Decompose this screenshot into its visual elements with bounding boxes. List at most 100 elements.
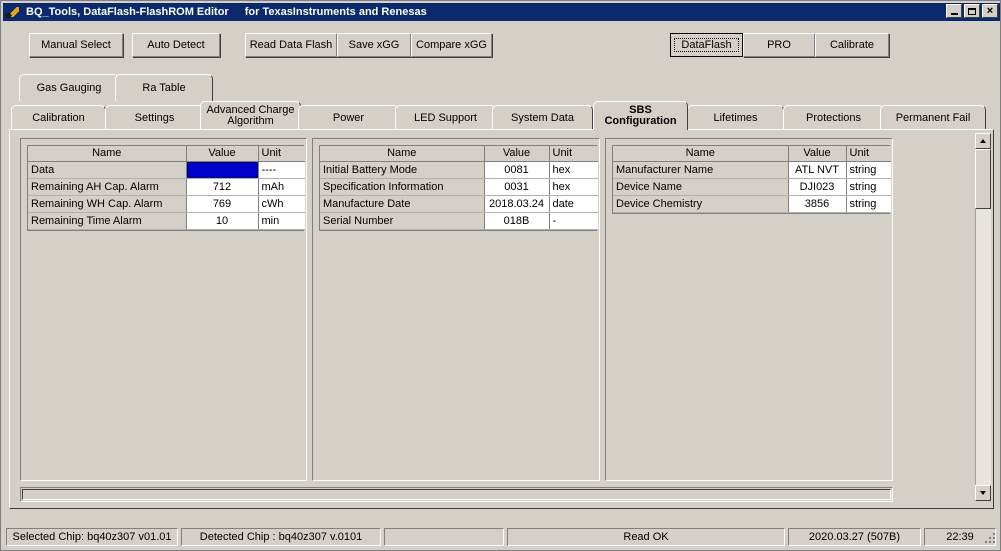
table-row[interactable]: Device Name DJI023 string [613, 178, 891, 196]
cell-unit[interactable]: hex [549, 178, 598, 196]
column-header-value[interactable]: Value [788, 146, 847, 162]
chevron-up-icon [980, 139, 986, 143]
cell-unit[interactable]: hex [549, 161, 598, 179]
table-row[interactable]: Specification Information 0031 hex [320, 178, 598, 196]
table-row[interactable]: Manufacturer Name ATL NVT string [613, 161, 891, 179]
manual-select-button[interactable]: Manual Select [29, 33, 123, 57]
tab-advanced-line2: Algorithm [227, 115, 274, 127]
pen-icon [4, 5, 21, 20]
cell-name[interactable]: Manufacturer Name [613, 161, 789, 179]
table-header-row: Name Value Unit [320, 146, 598, 162]
title-bar: BQ_Tools, DataFlash-FlashROM Editor for … [3, 3, 1000, 21]
cell-value[interactable]: 3856 [788, 195, 847, 213]
cell-unit[interactable]: - [549, 212, 598, 230]
cell-unit[interactable]: string [846, 195, 891, 213]
cell-name[interactable]: Data [28, 161, 187, 179]
resize-grip-icon[interactable] [983, 531, 997, 545]
window-controls: × [946, 4, 998, 18]
toolbar: Manual Select Auto Detect Read Data Flas… [3, 23, 1000, 67]
table-row[interactable]: Initial Battery Mode 0081 hex [320, 161, 598, 179]
save-xgg-button[interactable]: Save xGG [337, 33, 411, 57]
cell-unit[interactable]: string [846, 161, 891, 179]
calibrate-mode-button[interactable]: Calibrate [815, 33, 889, 57]
tab-calibration[interactable]: Calibration [11, 105, 106, 130]
column-header-value[interactable]: Value [484, 146, 550, 162]
compare-xgg-button[interactable]: Compare xGG [411, 33, 492, 57]
cell-value[interactable]: 712 [186, 178, 259, 196]
column-header-name[interactable]: Name [613, 146, 789, 162]
table-row[interactable]: Serial Number 018B - [320, 212, 598, 230]
table-row[interactable]: Remaining WH Cap. Alarm 769 cWh [28, 195, 305, 213]
data-panel-2: Name Value Unit Initial Battery Mode 0081… [312, 138, 600, 481]
table-row[interactable]: Device Chemistry 3856 string [613, 195, 891, 213]
minimize-button[interactable] [946, 4, 962, 18]
cell-name[interactable]: Manufacture Date [320, 195, 485, 213]
cell-name[interactable]: Remaining Time Alarm [28, 212, 187, 230]
tab-gas-gauging[interactable]: Gas Gauging [19, 74, 119, 101]
column-header-unit[interactable]: Unit [258, 146, 305, 162]
cell-unit[interactable]: ---- [258, 161, 305, 179]
vertical-scrollbar[interactable] [975, 133, 991, 501]
cell-value[interactable]: 0031 [484, 178, 550, 196]
cell-value[interactable]: ATL NVT [788, 161, 847, 179]
tab-advanced-charge-algorithm[interactable]: Advanced Charge Algorithm [200, 101, 301, 130]
table-row[interactable]: Manufacture Date 2018.03.24 date [320, 195, 598, 213]
data-grid-3[interactable]: Name Value Unit Manufacturer Name ATL NVT… [612, 145, 891, 214]
cell-value[interactable]: ---- [186, 161, 259, 179]
data-panel-1: Name Value Unit Data ---- ---- Remaining AH… [20, 138, 307, 481]
column-header-name[interactable]: Name [28, 146, 187, 162]
status-date: 2020.03.27 (507B) [788, 528, 921, 546]
window-title: BQ_Tools, DataFlash-FlashROM Editor [26, 6, 229, 18]
pro-mode-button[interactable]: PRO [743, 33, 815, 57]
table-header-row: Name Value Unit [613, 146, 891, 162]
close-button[interactable]: × [982, 4, 998, 18]
cell-unit[interactable]: mAh [258, 178, 305, 196]
column-header-name[interactable]: Name [320, 146, 485, 162]
data-grid-2[interactable]: Name Value Unit Initial Battery Mode 0081… [319, 145, 598, 231]
read-data-flash-button[interactable]: Read Data Flash [245, 33, 337, 57]
cell-name[interactable]: Serial Number [320, 212, 485, 230]
status-message: Read OK [507, 528, 785, 546]
cell-unit[interactable]: date [549, 195, 598, 213]
tab-protections[interactable]: Protections [783, 105, 884, 130]
maximize-button[interactable] [964, 4, 980, 18]
cell-unit[interactable]: string [846, 178, 891, 196]
column-header-value[interactable]: Value [186, 146, 259, 162]
scroll-up-button[interactable] [975, 133, 991, 149]
cell-value[interactable]: 10 [186, 212, 259, 230]
cell-name[interactable]: Remaining AH Cap. Alarm [28, 178, 187, 196]
table-row[interactable]: Remaining AH Cap. Alarm 712 mAh [28, 178, 305, 196]
tab-permanent-fail[interactable]: Permanent Fail [880, 105, 986, 130]
table-row[interactable]: Remaining Time Alarm 10 min [28, 212, 305, 230]
data-grid-1[interactable]: Name Value Unit Data ---- ---- Remaining AH… [27, 145, 305, 231]
close-icon: × [986, 5, 994, 17]
table-row[interactable]: Data ---- ---- [28, 161, 305, 179]
cell-value[interactable]: 0081 [484, 161, 550, 179]
cell-unit[interactable]: min [258, 212, 305, 230]
tab-power[interactable]: Power [298, 105, 399, 130]
cell-value[interactable]: DJI023 [788, 178, 847, 196]
status-blank-cell [384, 528, 504, 546]
cell-value[interactable]: 2018.03.24 [484, 195, 550, 213]
cell-name[interactable]: Initial Battery Mode [320, 161, 485, 179]
tab-sbs-configuration[interactable]: SBS Configuration [593, 101, 688, 130]
scrollbar-thumb[interactable] [975, 149, 991, 209]
dataflash-mode-button[interactable]: DataFlash [670, 33, 743, 57]
column-header-unit[interactable]: Unit [846, 146, 891, 162]
cell-name[interactable]: Device Chemistry [613, 195, 789, 213]
scroll-down-button[interactable] [975, 485, 991, 501]
column-header-unit[interactable]: Unit [549, 146, 598, 162]
auto-detect-button[interactable]: Auto Detect [132, 33, 220, 57]
chevron-down-icon [980, 491, 986, 495]
tab-ra-table[interactable]: Ra Table [115, 74, 213, 101]
tab-lifetimes[interactable]: Lifetimes [687, 105, 784, 130]
tab-system-data[interactable]: System Data [492, 105, 593, 130]
cell-value[interactable]: 769 [186, 195, 259, 213]
cell-name[interactable]: Specification Information [320, 178, 485, 196]
tab-settings[interactable]: Settings [105, 105, 204, 130]
cell-value[interactable]: 018B [484, 212, 550, 230]
tab-led-support[interactable]: LED Support [395, 105, 496, 130]
cell-name[interactable]: Device Name [613, 178, 789, 196]
cell-unit[interactable]: cWh [258, 195, 305, 213]
cell-name[interactable]: Remaining WH Cap. Alarm [28, 195, 187, 213]
